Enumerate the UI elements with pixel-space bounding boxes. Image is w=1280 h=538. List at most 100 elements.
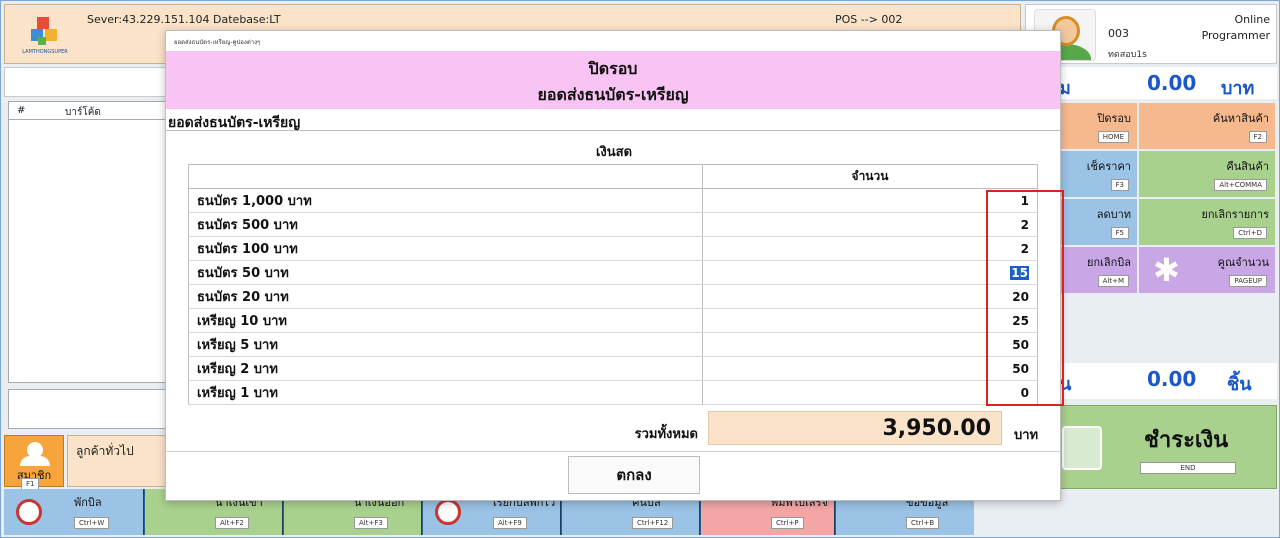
cash-in-key: Alt+F2 <box>215 517 249 529</box>
dialog-window-title: ยอดส่งธนบัตร-เหรียญ-คูปองต่างๆ <box>166 31 1060 51</box>
quantity-input[interactable]: 15 <box>702 260 1038 285</box>
quantity-value: 0 <box>1020 385 1029 400</box>
denomination-label: เหรียญ 1 บาท <box>188 380 703 405</box>
cancel-bill-button[interactable]: ยกเลิกบิล Alt+M <box>1059 247 1137 293</box>
search-product-key: F2 <box>1248 131 1267 143</box>
label-column-header <box>188 164 703 189</box>
table-row: เหรียญ 10 บาท 25 <box>188 308 1038 333</box>
denomination-label: เหรียญ 2 บาท <box>188 356 703 381</box>
denomination-label: ธนบัตร 1,000 บาท <box>188 188 703 213</box>
check-price-key: F3 <box>1110 179 1129 191</box>
quantity-value: 50 <box>1012 361 1029 376</box>
quantity-input[interactable]: 2 <box>702 212 1038 237</box>
cancel-item-label: ยกเลิกรายการ <box>1201 208 1269 221</box>
discount-button[interactable]: ลดบาท F5 <box>1059 199 1137 245</box>
discount-label: ลดบาท <box>1096 208 1131 221</box>
table-row: เหรียญ 5 บาท 50 <box>188 332 1038 357</box>
quantity-input[interactable]: 0 <box>702 380 1038 405</box>
close-shift-label: ปิดรอบ <box>1097 112 1131 125</box>
denomination-label: ธนบัตร 500 บาท <box>188 212 703 237</box>
cancel-bill-key: Alt+M <box>1097 275 1129 287</box>
quantity-value: 2 <box>1020 241 1029 256</box>
grid-col-index: # <box>17 105 26 116</box>
table-row: เหรียญ 2 บาท 50 <box>188 356 1038 381</box>
total-amount-value: 0.00 <box>1147 71 1197 95</box>
total-label: รวมทั้งหมด <box>634 427 698 442</box>
server-info: Sever:43.229.151.104 Datebase:LT <box>87 13 281 26</box>
table-row: ธนบัตร 20 บาท 20 <box>188 284 1038 309</box>
total-count-value: 0.00 <box>1147 367 1197 391</box>
quantity-input[interactable]: 50 <box>702 356 1038 381</box>
dialog-header-title: ปิดรอบ <box>588 59 638 78</box>
table-row: ธนบัตร 100 บาท 2 <box>188 236 1038 261</box>
quantity-value: 25 <box>1012 313 1029 328</box>
table-row: เหรียญ 1 บาท 0 <box>188 380 1038 405</box>
request-info-key: Ctrl+B <box>906 517 940 529</box>
quantity-input[interactable]: 25 <box>702 308 1038 333</box>
denomination-label: ธนบัตร 50 บาท <box>188 260 703 285</box>
close-shift-dialog: ยอดส่งธนบัตร-เหรียญ-คูปองต่างๆ ปิดรอบ ยอ… <box>165 30 1064 501</box>
ok-button[interactable]: ตกลง <box>568 456 700 494</box>
grid-col-barcode: บาร์โค้ด <box>65 107 101 118</box>
user-code: 003 <box>1108 27 1129 40</box>
quantity-value: 20 <box>1012 289 1029 304</box>
asterisk-icon: ✱ <box>1153 251 1180 289</box>
check-price-button[interactable]: เช็คราคา F3 <box>1059 151 1137 197</box>
pos-app: LAMTHONGSUPER Sever:43.229.151.104 Dateb… <box>0 0 1280 538</box>
close-shift-button[interactable]: ปิดรอบ HOME <box>1059 103 1137 149</box>
quantity-input[interactable]: 20 <box>702 284 1038 309</box>
cash-out-key: Alt+F3 <box>354 517 388 529</box>
store-logo: LAMTHONGSUPER <box>15 15 75 59</box>
dialog-header: ปิดรอบ ยอดส่งธนบัตร-เหรียญ <box>166 51 1060 109</box>
table-row: ธนบัตร 1,000 บาท 1 <box>188 188 1038 213</box>
user-panel: 003 ทดสอบ1s Online Programmer <box>1025 4 1277 64</box>
table-row: ธนบัตร 50 บาท 15 <box>188 260 1038 285</box>
logo-text: LAMTHONGSUPER <box>22 49 68 55</box>
cancel-item-button[interactable]: ยกเลิกรายการ Ctrl+D <box>1139 199 1275 245</box>
user-role: Programmer <box>1201 29 1270 42</box>
quantity-value: 1 <box>1020 193 1029 208</box>
quantity-input[interactable]: 50 <box>702 332 1038 357</box>
clock-icon <box>435 499 461 525</box>
cancel-bill-label: ยกเลิกบิล <box>1087 256 1131 269</box>
customer-name: ลูกค้าทั่วไป <box>76 444 134 458</box>
quantity-value: 2 <box>1020 217 1029 232</box>
return-bill-key: Ctrl+F12 <box>632 517 674 529</box>
total-amount-box: 3,950.00 <box>708 411 1002 445</box>
online-status: Online <box>1234 13 1270 26</box>
table-header-row: จำนวน <box>188 164 1038 189</box>
total-amount: 3,950.00 <box>882 416 991 441</box>
hold-bill-button[interactable]: พักบิล Ctrl+W <box>4 489 144 535</box>
pos-link: POS --> 002 <box>835 13 903 26</box>
return-product-label: คืนสินค้า <box>1226 160 1269 173</box>
sale-items-grid[interactable]: # บาร์โค้ด <box>8 101 168 383</box>
total-amount-display: ม 0.00 บาท <box>1051 67 1277 99</box>
grid-header: # บาร์โค้ด <box>9 102 167 120</box>
multiply-qty-button[interactable]: คูณจำนวน PAGEUP ✱ <box>1139 247 1275 293</box>
pay-key: END <box>1140 462 1236 474</box>
section-title: ยอดส่งธนบัตร-เหรียญ <box>166 109 1060 131</box>
recall-bill-key: Alt+F9 <box>493 517 527 529</box>
total-count-unit: ชิ้น <box>1227 374 1252 395</box>
note-box <box>8 389 168 429</box>
multiply-qty-key: PAGEUP <box>1229 275 1267 287</box>
denomination-label: ธนบัตร 20 บาท <box>188 284 703 309</box>
member-button[interactable]: สมาชิก F1 <box>4 435 64 490</box>
quantity-input[interactable]: 2 <box>702 236 1038 261</box>
denomination-label: เหรียญ 5 บาท <box>188 332 703 357</box>
total-count-display: น 0.00 ชิ้น <box>1051 363 1277 399</box>
search-product-label: ค้นหาสินค้า <box>1212 112 1269 125</box>
quantity-column-header: จำนวน <box>702 164 1038 189</box>
pay-button[interactable]: ชำระเงิน END <box>1051 405 1277 489</box>
search-product-button[interactable]: ค้นหาสินค้า F2 <box>1139 103 1275 149</box>
quantity-value-selected: 15 <box>1010 265 1029 280</box>
total-unit: บาท <box>1014 428 1039 443</box>
dialog-divider <box>166 451 1060 452</box>
close-shift-key: HOME <box>1097 131 1129 143</box>
return-product-button[interactable]: คืนสินค้า Alt+COMMA <box>1139 151 1275 197</box>
discount-key: F5 <box>1110 227 1129 239</box>
quantity-input[interactable]: 1 <box>702 188 1038 213</box>
quantity-value: 50 <box>1012 337 1029 352</box>
check-price-label: เช็คราคา <box>1086 160 1131 173</box>
cash-register-icon <box>1062 426 1102 470</box>
